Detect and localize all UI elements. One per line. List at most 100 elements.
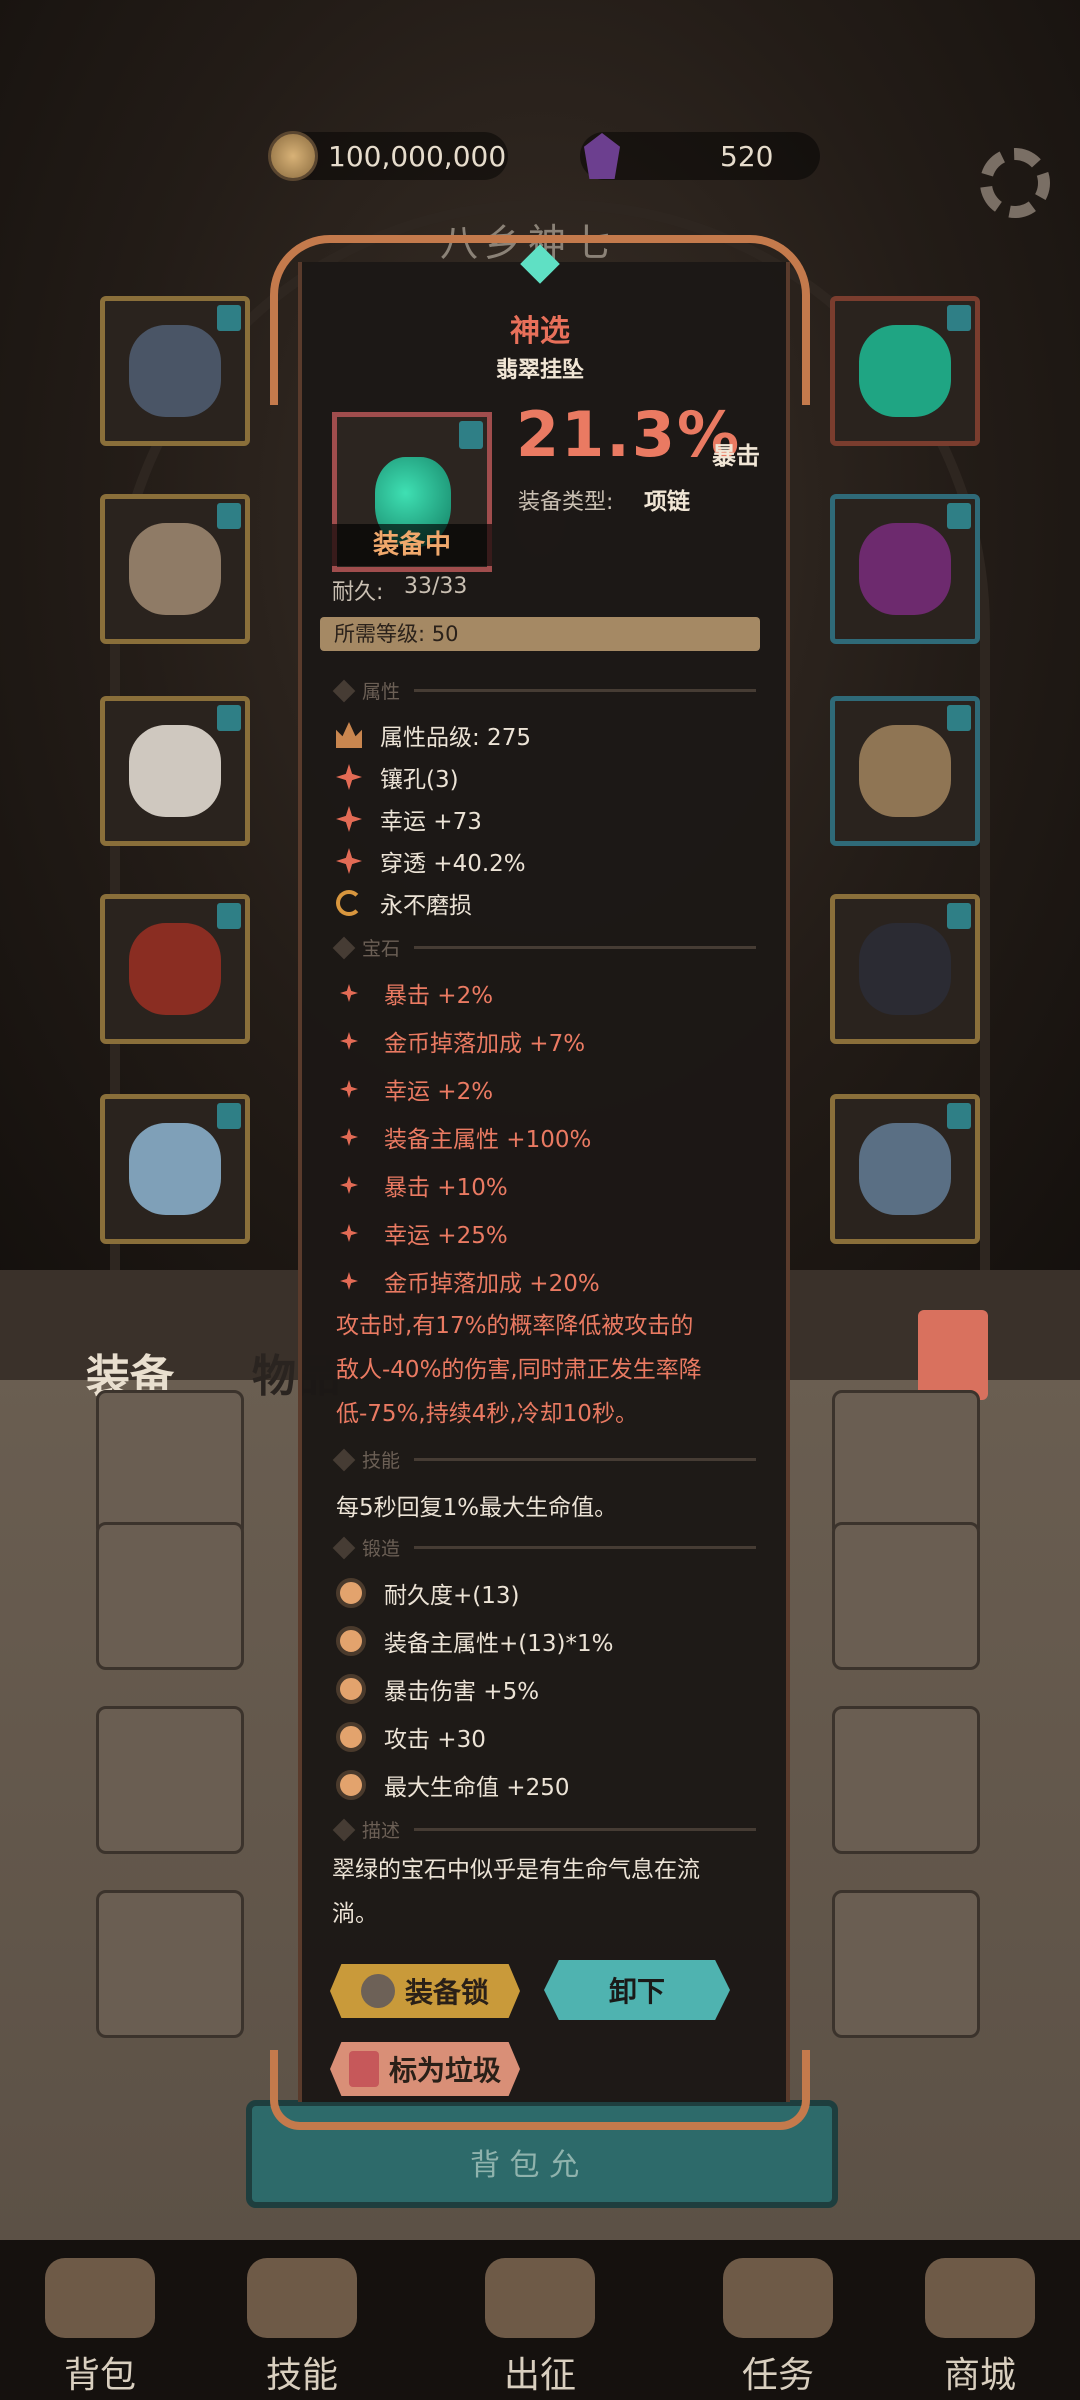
shop-crown-icon [925, 2258, 1035, 2338]
gem-stat-row: 暴击 +10% [340, 1168, 508, 1202]
map-sword-icon [485, 2258, 595, 2338]
lock-tag-icon [947, 1103, 971, 1129]
level-value: 50 [431, 622, 459, 646]
gem-stat-text: 暴击 +2% [384, 983, 494, 1009]
boots-icon [129, 1123, 221, 1215]
gem-stat-text: 暴击 +10% [384, 1175, 508, 1201]
description-text: 翠绿的宝石中似乎是有生命气息在流 淌。 [332, 1848, 772, 1936]
skill-text: 每5秒回复1%最大生命值。 [336, 1495, 618, 1521]
sparkle-icon [340, 1176, 358, 1194]
slot-necklace[interactable] [830, 296, 980, 446]
sparkle-icon [340, 1224, 358, 1242]
staff-icon [859, 923, 951, 1015]
gloves-icon [129, 725, 221, 817]
durability-value: 33/33 [404, 574, 468, 599]
section-title: 描述 [362, 1820, 401, 1842]
forge-text: 耐久度+(13) [384, 1583, 520, 1609]
bag-bottom-text: 背 包 允 [470, 2148, 580, 2183]
gem-stat-row: 幸运 +25% [340, 1216, 508, 1250]
slot-boots[interactable] [100, 1094, 250, 1244]
slot-offhand[interactable] [830, 1094, 980, 1244]
attr-text: 幸运 +73 [380, 809, 482, 835]
gem-stat-text: 金币掉落加成 +20% [384, 1271, 600, 1297]
nav-label: 任务 [741, 2355, 814, 2396]
trash-icon [348, 2051, 379, 2087]
settings-gear-icon[interactable] [980, 148, 1050, 218]
gem-stat-text: 金币掉落加成 +7% [384, 1031, 586, 1057]
item-name: 翡翠挂坠 [495, 358, 584, 383]
nav-expedition[interactable]: 出征 [480, 2258, 600, 2398]
sparkle-icon [340, 1080, 358, 1098]
coin-icon [268, 131, 318, 181]
slot-weapon[interactable] [830, 894, 980, 1044]
attr-text: 永不磨损 [380, 893, 472, 919]
slot-cloak[interactable] [830, 696, 980, 846]
bag-slot[interactable] [832, 1522, 980, 1670]
bag-slot[interactable] [832, 1390, 980, 1538]
pants-icon [129, 923, 221, 1015]
nav-label: 背包 [63, 2355, 136, 2396]
slot-pants[interactable] [100, 894, 250, 1044]
attr-row: 幸运 +73 [336, 802, 482, 836]
nav-quests[interactable]: 任务 [718, 2258, 838, 2398]
sparkle-icon [340, 1032, 358, 1050]
skills-book-icon [247, 2258, 357, 2338]
bag-slot[interactable] [96, 1706, 244, 1854]
slot-ring[interactable] [830, 494, 980, 644]
type-label: 装备类型: [518, 490, 614, 515]
lock-tag-icon [217, 903, 241, 929]
slot-gloves[interactable] [100, 696, 250, 846]
section-title: 锻造 [362, 1538, 401, 1560]
level-label: 所需等级: [334, 622, 426, 646]
cycle-icon [336, 890, 362, 916]
nav-label: 技能 [265, 2355, 338, 2396]
main-stat-value: 21.3% [516, 398, 742, 471]
nav-shop[interactable]: 商城 [920, 2258, 1040, 2398]
equipped-badge: 装备中 [332, 524, 492, 566]
gem-effect-line: 低-75%,持续4秒,冷却10秒。 [336, 1401, 638, 1427]
bag-slot[interactable] [96, 1390, 244, 1538]
unequip-button[interactable]: 卸下 [544, 1960, 730, 2020]
attr-row: 永不磨损 [336, 886, 472, 920]
lock-tag-icon [217, 305, 241, 331]
forge-row: 耐久度+(13) [336, 1576, 519, 1610]
gem-effect-line: 攻击时,有17%的概率降低被攻击的 [336, 1313, 694, 1339]
nav-backpack[interactable]: 背包 [40, 2258, 160, 2398]
scroll-icon [723, 2258, 833, 2338]
luck-icon [336, 806, 362, 832]
durability-label: 耐久: [332, 580, 384, 605]
gem-stat-text: 幸运 +2% [384, 1079, 494, 1105]
lock-tag-icon [947, 503, 971, 529]
section-title: 技能 [362, 1450, 401, 1472]
lock-tag-icon [217, 503, 241, 529]
nav-label: 商城 [943, 2355, 1016, 2396]
forge-text: 装备主属性+(13)*1% [384, 1631, 614, 1657]
gem-stat-text: 装备主属性 +100% [384, 1127, 592, 1153]
attr-row: 穿透 +40.2% [336, 844, 526, 878]
equip-lock-button[interactable]: 装备锁 [330, 1964, 520, 2018]
equip-lock-label: 装备锁 [404, 1976, 489, 2009]
helmet-icon [129, 325, 221, 417]
mark-trash-label: 标为垃圾 [388, 2054, 501, 2087]
gem-effect-line: 敌人-40%的伤害,同时肃正发生率降 [336, 1357, 702, 1383]
attr-row: 镶孔(3) [336, 760, 459, 794]
bag-slot[interactable] [96, 1890, 244, 2038]
lock-tag-icon [459, 421, 483, 449]
lock-tag-icon [217, 705, 241, 731]
trash-can-icon[interactable] [918, 1310, 988, 1400]
slot-armor[interactable] [100, 494, 250, 644]
socket-icon [336, 764, 362, 790]
bag-slot[interactable] [832, 1706, 980, 1854]
gem-stat-text: 幸运 +25% [384, 1223, 508, 1249]
attr-text: 镶孔(3) [380, 767, 459, 793]
lock-tag-icon [947, 705, 971, 731]
nav-skills[interactable]: 技能 [242, 2258, 362, 2398]
section-description: 描述 [332, 1816, 756, 1843]
gem-stat-row: 金币掉落加成 +20% [340, 1264, 600, 1298]
mark-trash-button[interactable]: 标为垃圾 [330, 2042, 520, 2096]
backpack-icon [45, 2258, 155, 2338]
bag-slot[interactable] [832, 1890, 980, 2038]
bag-slot[interactable] [96, 1522, 244, 1670]
slot-helmet[interactable] [100, 296, 250, 446]
forge-text: 最大生命值 +250 [384, 1775, 570, 1801]
